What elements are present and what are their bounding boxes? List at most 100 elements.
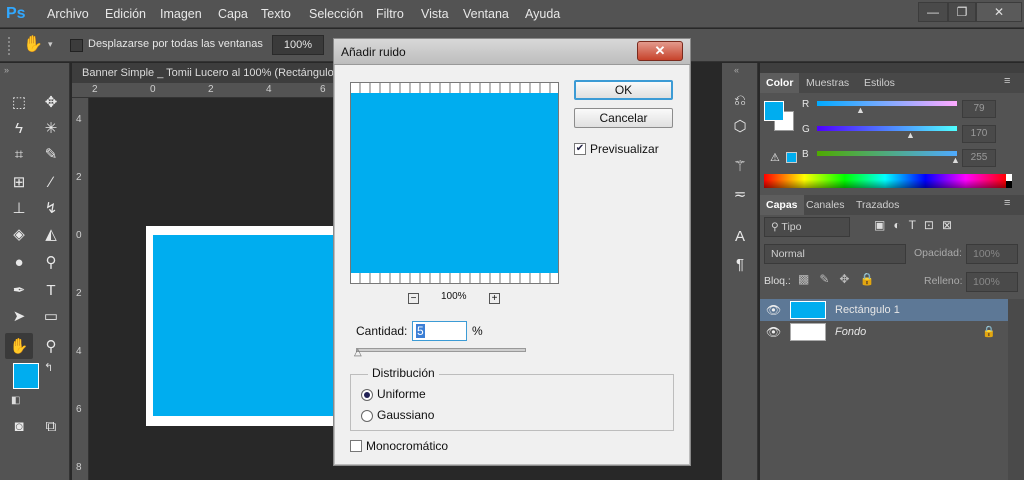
g-value[interactable]: 170 <box>962 125 996 143</box>
tab-estilos[interactable]: Estilos <box>858 73 901 93</box>
rectangle-icon[interactable]: ▭ <box>37 303 65 329</box>
history-icon[interactable]: ⎌ <box>726 87 754 113</box>
default-colors-icon[interactable]: ◧ <box>11 395 20 406</box>
magic-wand-icon[interactable]: ✳ <box>37 115 65 141</box>
restore-button[interactable]: ❐ <box>948 2 976 22</box>
foreground-color-swatch[interactable] <box>13 363 39 389</box>
r-slider-thumb[interactable]: ▲ <box>856 105 865 115</box>
zoom-icon[interactable]: ⚲ <box>37 333 65 359</box>
cancel-button[interactable]: Cancelar <box>574 108 673 128</box>
pen-icon[interactable]: ✒ <box>5 277 33 303</box>
amount-slider[interactable] <box>356 348 526 352</box>
menu-filtro[interactable]: Filtro <box>376 0 404 28</box>
zoom-in-button[interactable]: + <box>489 293 500 304</box>
brush-panel-icon[interactable]: ≂ <box>726 181 754 207</box>
ok-button[interactable]: OK <box>574 80 673 100</box>
crop-icon[interactable]: ⌗ <box>5 141 33 167</box>
r-slider[interactable] <box>817 101 957 106</box>
gaussiano-radio[interactable] <box>361 410 373 422</box>
path-selection-icon[interactable]: ➤ <box>5 303 33 329</box>
panel-menu-icon[interactable]: ≡ <box>1004 75 1010 87</box>
preview-checkbox[interactable]: ✔ <box>574 143 586 155</box>
paint-bucket-icon[interactable]: ◭ <box>37 221 65 247</box>
chevron-down-icon[interactable]: ▾ <box>48 39 53 50</box>
collapse-icon[interactable]: « <box>734 65 739 75</box>
visibility-eye-icon[interactable]: 👁 <box>766 321 781 343</box>
layer-name[interactable]: Fondo <box>835 321 866 343</box>
zoom-out-button[interactable]: − <box>408 293 419 304</box>
filter-icons[interactable]: ▣◐T⊡⊠ <box>874 218 960 232</box>
type-icon[interactable]: T <box>37 277 65 303</box>
visibility-eye-icon[interactable]: 👁 <box>766 299 781 321</box>
menu-ayuda[interactable]: Ayuda <box>525 0 560 28</box>
dialog-close-button[interactable]: ✕ <box>637 41 683 61</box>
b-slider-thumb[interactable]: ▲ <box>951 155 960 165</box>
tab-canales[interactable]: Canales <box>800 195 851 215</box>
monochromatic-checkbox[interactable] <box>350 440 362 452</box>
window-close-button[interactable]: ✕ <box>976 2 1022 22</box>
dodge-icon[interactable]: ⚲ <box>37 249 65 275</box>
warning-icon[interactable]: ⚠ <box>770 151 780 164</box>
layer-filter-select[interactable]: ⚲ Tipo <box>764 217 850 237</box>
3d-icon[interactable]: ⬡ <box>726 113 754 139</box>
spectrum-white[interactable] <box>1006 174 1012 181</box>
blue-rectangle[interactable] <box>153 235 336 416</box>
blend-mode-select[interactable]: Normal <box>764 244 906 264</box>
menu-ventana[interactable]: Ventana <box>463 0 509 28</box>
menu-texto[interactable]: Texto <box>261 0 291 28</box>
healing-brush-icon[interactable]: ⊞ <box>5 169 33 195</box>
uniforme-radio[interactable] <box>361 389 373 401</box>
layer-row[interactable]: 👁 Fondo 🔒 <box>760 321 1008 343</box>
eyedropper-icon[interactable]: ✎ <box>37 141 65 167</box>
marquee-icon[interactable]: ⬚ <box>5 89 33 115</box>
layer-name[interactable]: Rectángulo 1 <box>835 299 900 321</box>
collapse-icon[interactable]: » <box>4 65 9 75</box>
move-icon[interactable]: ✥ <box>37 89 65 115</box>
color-fg-swatch[interactable] <box>764 101 784 121</box>
lock-icons[interactable]: ▩✎✥🔒 <box>798 272 884 286</box>
tab-capas[interactable]: Capas <box>760 195 804 215</box>
fill-field[interactable]: 100% <box>966 272 1018 292</box>
amount-slider-thumb[interactable]: △ <box>354 347 362 358</box>
hand-tool-icon[interactable]: ✋ <box>5 333 33 359</box>
menu-imagen[interactable]: Imagen <box>160 0 202 28</box>
swap-colors-icon[interactable]: ↰ <box>44 361 53 374</box>
menu-seleccion[interactable]: Selección <box>309 0 363 28</box>
menu-edicion[interactable]: Edición <box>105 0 146 28</box>
zoom-field[interactable]: 100% <box>272 35 324 55</box>
g-slider[interactable] <box>817 126 957 131</box>
brush-presets-icon[interactable]: ⚚ <box>726 153 754 179</box>
character-icon[interactable]: A <box>726 223 754 249</box>
panel-menu-icon[interactable]: ≡ <box>1004 197 1010 209</box>
hand-icon[interactable]: ✋ <box>22 34 44 56</box>
history-brush-icon[interactable]: ↯ <box>37 195 65 221</box>
brush-icon[interactable]: ∕ <box>37 169 65 195</box>
tab-trazados[interactable]: Trazados <box>850 195 905 215</box>
color-spectrum[interactable] <box>764 174 1006 188</box>
tab-muestras[interactable]: Muestras <box>800 73 855 93</box>
quick-mask-icon[interactable]: ◙ <box>5 413 33 439</box>
lasso-icon[interactable]: ϟ <box>5 115 33 141</box>
menu-archivo[interactable]: Archivo <box>47 0 89 28</box>
b-value[interactable]: 255 <box>962 149 996 167</box>
spectrum-black[interactable] <box>1006 181 1012 188</box>
screen-mode-icon[interactable]: ⧉ <box>37 413 65 439</box>
layer-row[interactable]: 👁 Rectángulo 1 <box>760 299 1008 321</box>
blur-icon[interactable]: ● <box>5 249 33 275</box>
layers-scrollbar[interactable] <box>1008 299 1024 480</box>
menu-vista[interactable]: Vista <box>421 0 449 28</box>
opacity-field[interactable]: 100% <box>966 244 1018 264</box>
scroll-all-checkbox[interactable] <box>70 39 83 52</box>
tab-color[interactable]: Color <box>760 73 800 93</box>
minimize-button[interactable]: — <box>918 2 948 22</box>
b-slider[interactable] <box>817 151 957 156</box>
menu-capa[interactable]: Capa <box>218 0 248 28</box>
g-slider-thumb[interactable]: ▲ <box>906 130 915 140</box>
document-tab[interactable]: Banner Simple _ Tomii Lucero al 100% (Re… <box>72 63 336 83</box>
gamut-swatch[interactable] <box>786 152 797 163</box>
eraser-icon[interactable]: ◈ <box>5 221 33 247</box>
clone-stamp-icon[interactable]: ⊥ <box>5 195 33 221</box>
paragraph-icon[interactable]: ¶ <box>726 251 754 277</box>
r-value[interactable]: 79 <box>962 100 996 118</box>
amount-input[interactable]: 5 <box>412 321 467 341</box>
